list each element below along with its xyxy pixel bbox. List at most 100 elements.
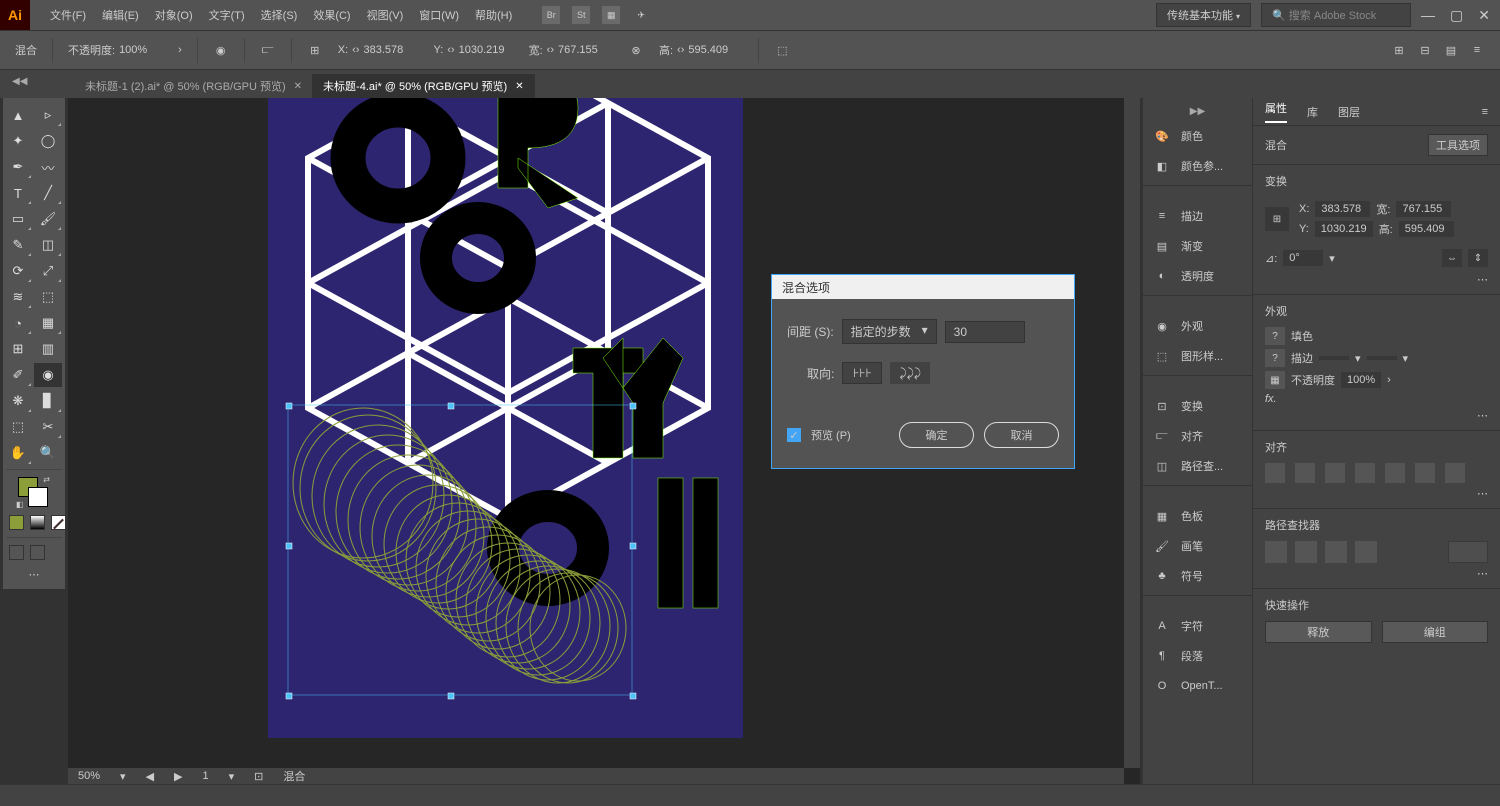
symbol-sprayer-tool[interactable]: ❋ bbox=[4, 389, 32, 413]
panel-transform[interactable]: ⊡变换 bbox=[1143, 391, 1252, 421]
pf-expand-button[interactable] bbox=[1448, 541, 1488, 563]
default-colors-icon[interactable]: ◧ bbox=[16, 500, 24, 509]
panel-menu-icon[interactable]: ≡ bbox=[1482, 106, 1488, 118]
search-input[interactable]: 🔍 搜索 Adobe Stock bbox=[1261, 3, 1411, 27]
menu-select[interactable]: 选择(S) bbox=[261, 7, 298, 23]
align-icon[interactable]: ⫍ bbox=[260, 42, 276, 58]
gradient-tool[interactable]: ▥ bbox=[34, 337, 62, 361]
shape-icon[interactable]: ⬚ bbox=[774, 42, 790, 58]
h-stepper[interactable]: ‹› bbox=[677, 44, 684, 56]
maximize-icon[interactable]: ▢ bbox=[1450, 7, 1463, 24]
spacing-dropdown[interactable]: 指定的步数▾ bbox=[842, 319, 937, 344]
panel-stroke[interactable]: ≡描边 bbox=[1143, 201, 1252, 231]
horizontal-scrollbar[interactable]: 50%▾ ◀▶ 1▾ ⊡ 混合 bbox=[68, 768, 1124, 784]
more-options-icon[interactable]: ⋯ bbox=[1477, 410, 1488, 422]
tab-doc1[interactable]: 未标题-1 (2).ai* @ 50% (RGB/GPU 预览) ✕ bbox=[75, 74, 313, 98]
blend-tool[interactable]: ◉ bbox=[34, 363, 62, 387]
layout3-icon[interactable]: ▤ bbox=[1443, 42, 1459, 58]
align-hcenter-icon[interactable] bbox=[1295, 463, 1315, 483]
prop-opacity-value[interactable]: 100% bbox=[1341, 372, 1381, 388]
scale-tool[interactable]: ⤢ bbox=[34, 259, 62, 283]
menu-icon[interactable]: ≡ bbox=[1469, 42, 1485, 58]
orient-path-button[interactable]: ⤸⤸⤸ bbox=[890, 362, 930, 384]
direct-select-tool[interactable]: ▹ bbox=[34, 103, 62, 127]
w-value[interactable]: 767.155 bbox=[558, 44, 613, 56]
close-icon[interactable]: ✕ bbox=[1478, 7, 1490, 24]
release-button[interactable]: 释放 bbox=[1265, 621, 1372, 643]
tab-doc2[interactable]: 未标题-4.ai* @ 50% (RGB/GPU 预览) ✕ bbox=[313, 74, 535, 98]
menu-effect[interactable]: 效果(C) bbox=[313, 7, 350, 23]
more-options-icon[interactable]: ⋯ bbox=[1477, 488, 1488, 500]
align-to-icon[interactable] bbox=[1445, 463, 1465, 483]
opacity-value[interactable]: 100% bbox=[119, 44, 174, 56]
curvature-tool[interactable]: 〰 bbox=[34, 155, 62, 179]
recolor-icon[interactable]: ◉ bbox=[213, 42, 229, 58]
menu-window[interactable]: 窗口(W) bbox=[419, 7, 459, 23]
artboard-tool[interactable]: ⬚ bbox=[4, 415, 32, 439]
registration-icon[interactable]: ⊞ bbox=[307, 42, 323, 58]
align-right-icon[interactable] bbox=[1325, 463, 1345, 483]
w-stepper[interactable]: ‹› bbox=[547, 44, 554, 56]
h-value[interactable]: 595.409 bbox=[688, 44, 743, 56]
workspace-dropdown[interactable]: 传统基本功能 ▾ bbox=[1156, 3, 1251, 27]
menu-help[interactable]: 帮助(H) bbox=[475, 7, 512, 23]
panel-symbols[interactable]: ♣符号 bbox=[1143, 561, 1252, 591]
panel-brushes[interactable]: 🖌画笔 bbox=[1143, 531, 1252, 561]
orient-page-button[interactable]: ⊦⊦⊦ bbox=[842, 362, 882, 384]
prop-h-value[interactable]: 595.409 bbox=[1399, 221, 1454, 237]
more-options-icon[interactable]: ⋯ bbox=[1477, 274, 1488, 286]
menu-view[interactable]: 视图(V) bbox=[367, 7, 404, 23]
free-transform-tool[interactable]: ⬚ bbox=[34, 285, 62, 309]
hand-tool[interactable]: ✋ bbox=[4, 441, 32, 465]
layout1-icon[interactable]: ⊞ bbox=[1391, 42, 1407, 58]
perspective-tool[interactable]: ▦ bbox=[34, 311, 62, 335]
panel-graphic-styles[interactable]: ⬚图形样... bbox=[1143, 341, 1252, 371]
brush-tool[interactable]: 🖌 bbox=[34, 207, 62, 231]
zoom-value[interactable]: 50% bbox=[78, 770, 100, 782]
swap-colors-icon[interactable]: ⇄ bbox=[43, 475, 50, 484]
flip-v-icon[interactable]: ⇕ bbox=[1468, 249, 1488, 267]
reference-point-icon[interactable]: ⊞ bbox=[1265, 207, 1289, 231]
panel-pathfinder[interactable]: ◫路径查... bbox=[1143, 451, 1252, 481]
edit-toolbar-icon[interactable]: ⋯ bbox=[3, 564, 65, 585]
panel-align[interactable]: ⫍对齐 bbox=[1143, 421, 1252, 451]
tab-close-icon[interactable]: ✕ bbox=[294, 81, 302, 92]
preview-checkbox[interactable]: ✓ bbox=[787, 428, 801, 442]
more-options-icon[interactable]: ⋯ bbox=[1477, 568, 1488, 580]
color-mode-none[interactable] bbox=[51, 515, 66, 530]
menu-edit[interactable]: 编辑(E) bbox=[102, 7, 139, 23]
screen-mode-full[interactable] bbox=[30, 545, 45, 560]
menu-file[interactable]: 文件(F) bbox=[50, 7, 86, 23]
color-picker[interactable]: ⇄ ◧ bbox=[18, 477, 48, 507]
panel-color-guide[interactable]: ◧颜色参... bbox=[1143, 151, 1252, 181]
vertical-scrollbar[interactable] bbox=[1124, 98, 1140, 768]
align-bottom-icon[interactable] bbox=[1415, 463, 1435, 483]
color-mode-solid[interactable] bbox=[9, 515, 24, 530]
minimize-icon[interactable]: — bbox=[1421, 7, 1435, 24]
align-left-icon[interactable] bbox=[1265, 463, 1285, 483]
rotation-value[interactable]: 0° bbox=[1283, 250, 1323, 266]
zoom-tool[interactable]: 🔍 bbox=[34, 441, 62, 465]
panel-appearance[interactable]: ◉外观 bbox=[1143, 311, 1252, 341]
collapse-panels-icon[interactable]: ▶▶ bbox=[1143, 106, 1252, 121]
bridge-icon[interactable]: Br bbox=[542, 6, 560, 24]
rotate-tool[interactable]: ⟳ bbox=[4, 259, 32, 283]
gpu-icon[interactable]: ✈ bbox=[632, 6, 650, 24]
width-tool[interactable]: ≋ bbox=[4, 285, 32, 309]
graph-tool[interactable]: ▊ bbox=[34, 389, 62, 413]
stroke-style[interactable] bbox=[1367, 356, 1397, 360]
opacity-stepper[interactable]: › bbox=[178, 44, 182, 56]
pf-intersect-icon[interactable] bbox=[1325, 541, 1347, 563]
tab-libraries[interactable]: 库 bbox=[1307, 104, 1318, 120]
pf-minus-icon[interactable] bbox=[1295, 541, 1317, 563]
menu-object[interactable]: 对象(O) bbox=[155, 7, 193, 23]
steps-input[interactable]: 30 bbox=[945, 321, 1025, 343]
collapse-tools-icon[interactable]: ◀◀ bbox=[12, 76, 27, 87]
panel-color[interactable]: 🎨颜色 bbox=[1143, 121, 1252, 151]
eyedropper-tool[interactable]: ✐ bbox=[4, 363, 32, 387]
tab-close-icon[interactable]: ✕ bbox=[515, 81, 523, 92]
cancel-button[interactable]: 取消 bbox=[984, 422, 1059, 448]
panel-swatches[interactable]: ▦色板 bbox=[1143, 501, 1252, 531]
eraser-tool[interactable]: ◫ bbox=[34, 233, 62, 257]
menu-type[interactable]: 文字(T) bbox=[209, 7, 245, 23]
